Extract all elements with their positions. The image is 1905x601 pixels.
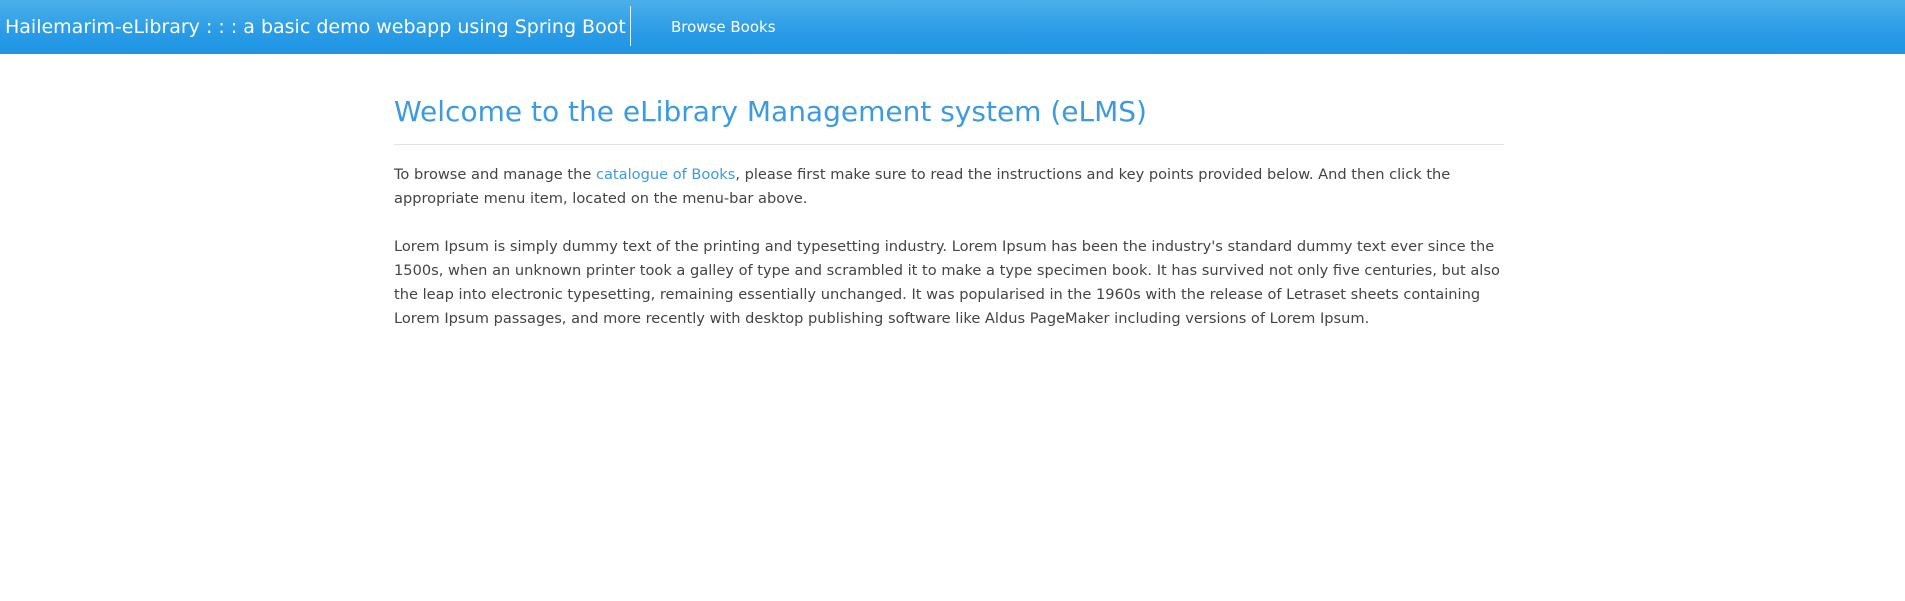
main-content: Welcome to the eLibrary Management syste… [394,92,1504,331]
catalogue-link[interactable]: catalogue of Books [596,166,735,183]
intro-paragraph: To browse and manage the catalogue of Bo… [394,163,1504,211]
lorem-paragraph: Lorem Ipsum is simply dummy text of the … [394,238,1500,327]
intro-text-before: To browse and manage the [394,166,596,183]
page-title: Welcome to the eLibrary Management syste… [394,95,1147,128]
top-navbar: Hailemarim-eLibrary : : : a basic demo w… [0,0,1905,54]
navbar-divider [630,6,631,46]
title-divider [394,144,1504,145]
nav-link-browse-books[interactable]: Browse Books [671,0,776,54]
brand-link[interactable]: Hailemarim-eLibrary : : : a basic demo w… [5,0,626,54]
